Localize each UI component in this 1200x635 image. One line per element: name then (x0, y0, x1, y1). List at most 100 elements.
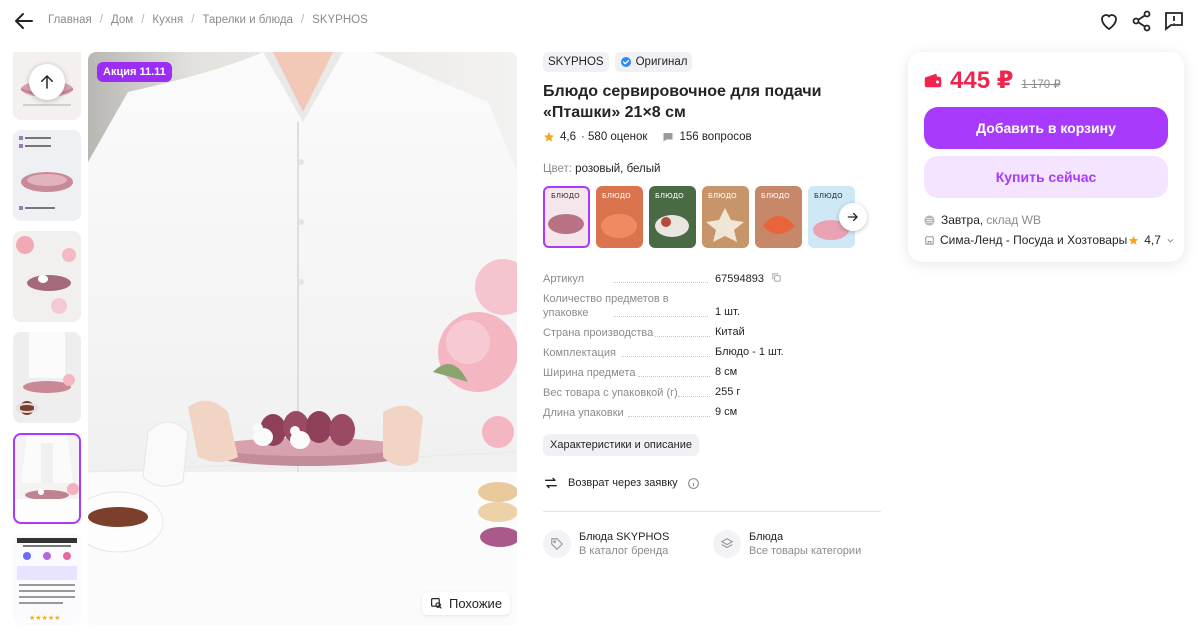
spec-key: Комплектация (543, 347, 616, 359)
article-number: 67594893 (715, 273, 764, 285)
thumbnail-3[interactable] (13, 231, 81, 322)
breadcrumb-home-goods[interactable]: Дом (111, 14, 133, 26)
breadcrumb-separator: / (141, 14, 145, 26)
warehouse-icon (924, 214, 935, 226)
svg-text:БЛЮДО: БЛЮДО (814, 192, 843, 200)
swatch-2[interactable]: БЛЮДО (596, 186, 643, 248)
buy-now-button[interactable]: Купить сейчас (924, 156, 1168, 198)
svg-text:БЛЮДО: БЛЮДО (602, 192, 631, 200)
breadcrumb-separator: / (300, 14, 305, 26)
info-icon[interactable] (687, 477, 700, 490)
spec-key: Вес товара с упаковкой (г) (543, 387, 678, 399)
color-value: розовый, белый (575, 163, 661, 175)
swatch-5[interactable]: БЛЮДО (755, 186, 802, 248)
similar-search-icon (431, 598, 442, 609)
characteristics-button[interactable]: Характеристики и описание (543, 434, 699, 456)
brand-catalog-subtitle: В каталог бренда (579, 545, 669, 557)
original-label: Оригинал (635, 56, 688, 68)
spec-dots (678, 396, 710, 397)
thumbnail-5[interactable] (13, 433, 81, 524)
questions-count: 156 вопросов (679, 131, 752, 143)
spec-value: 8 см (715, 366, 738, 378)
thumbnail-6[interactable]: ★★★★★ (13, 534, 81, 625)
breadcrumb: Главная / Дом / Кухня / Тарелки и блюда … (48, 14, 368, 26)
similar-label: Похожие (449, 596, 503, 611)
spec-key: Ширина предмета (543, 367, 636, 379)
similar-products-button[interactable]: Похожие (422, 592, 511, 615)
seller-name: Сима-Ленд - Посуда и Хозтовары (940, 233, 1128, 247)
category-title: Блюда (749, 531, 784, 543)
return-arrows-icon (545, 477, 557, 489)
rating-value[interactable]: 4,6 (560, 131, 576, 143)
arrow-right-icon (847, 212, 858, 222)
share-icon[interactable] (1130, 9, 1154, 33)
swatches-next-button[interactable] (839, 203, 867, 231)
swatch-4[interactable]: БЛЮДО (702, 186, 749, 248)
current-price: 445 ₽ (950, 67, 1014, 94)
spec-dots (613, 316, 708, 317)
thumbnail-4[interactable] (13, 332, 81, 423)
arrow-up-icon (41, 74, 53, 89)
swatch-3[interactable]: БЛЮДО (649, 186, 696, 248)
breadcrumb-home[interactable]: Главная (48, 14, 92, 26)
heart-icon[interactable] (1097, 9, 1121, 33)
brand-link[interactable]: SKYPHOS (543, 52, 609, 72)
breadcrumb-kitchen[interactable]: Кухня (152, 14, 183, 26)
thumbnail-strip[interactable]: ★★★★★ (13, 52, 81, 625)
product-title: Блюдо сервировочное для подачи «Пташки» … (543, 83, 822, 121)
spec-key: Длина упаковки (543, 407, 624, 419)
chevron-down-icon[interactable] (1166, 236, 1175, 245)
spec-value: 255 г (715, 386, 741, 398)
scroll-up-button[interactable] (29, 64, 65, 100)
breadcrumb-brand[interactable]: SKYPHOS (312, 14, 368, 26)
rating-row: 4,6 · 580 оценок 156 вопросов (543, 131, 883, 143)
color-swatches: БЛЮДО БЛЮДО БЛЮДО БЛЮДО БЛЮДО БЛЮДО (543, 186, 873, 248)
back-arrow-icon[interactable] (12, 9, 36, 33)
delivery-info: Завтра, склад WB (924, 213, 1041, 227)
spec-dots (613, 282, 708, 283)
svg-text:БЛЮДО: БЛЮДО (761, 192, 790, 200)
original-badge: Оригинал (614, 52, 693, 72)
breadcrumb-separator: / (99, 14, 103, 26)
star-icon (544, 132, 554, 142)
add-to-cart-button[interactable]: Добавить в корзину (924, 107, 1168, 149)
wallet-icon (924, 73, 942, 88)
spec-key: Страна производства (543, 327, 654, 339)
svg-text:БЛЮДО: БЛЮДО (551, 192, 580, 200)
page-header: Главная / Дом / Кухня / Тарелки и блюда … (0, 0, 1200, 42)
main-product-photo[interactable] (88, 52, 517, 625)
catalog-links: Блюда SKYPHOS В каталог бренда Блюда Все… (543, 530, 883, 562)
price-row: 445 ₽ 1 170 ₽ (924, 66, 1061, 95)
seller-rating: 4,7 (1144, 233, 1161, 247)
questions-link[interactable]: 156 вопросов (662, 131, 752, 143)
spec-dots (655, 336, 710, 337)
color-row: Цвет: розовый, белый (543, 163, 883, 175)
spec-dots (621, 356, 710, 357)
color-label: Цвет: (543, 163, 572, 175)
question-bubble-icon (663, 133, 673, 142)
return-label: Возврат через заявку (568, 477, 678, 489)
svg-text:★★★★★: ★★★★★ (29, 614, 60, 622)
spec-value: 1 шт. (715, 306, 740, 318)
thumbnail-2[interactable] (13, 130, 81, 221)
buy-card: 445 ₽ 1 170 ₽ Добавить в корзину Купить … (908, 52, 1184, 262)
category-link[interactable]: Блюда Все товары категории (713, 530, 861, 558)
reviews-count[interactable]: · 580 оценок (581, 131, 647, 143)
seller-row[interactable]: Сима-Ленд - Посуда и Хозтовары 4,7 (924, 233, 1175, 247)
swatch-1[interactable]: БЛЮДО (543, 186, 590, 248)
stack-icon (713, 530, 741, 558)
breadcrumb-plates[interactable]: Тарелки и блюда (202, 14, 293, 26)
category-subtitle: Все товары категории (749, 545, 862, 557)
svg-text:БЛЮДО: БЛЮДО (655, 192, 684, 200)
product-info: SKYPHOS Оригинал Блюдо сервировочное для… (543, 52, 883, 558)
spec-value: 9 см (715, 406, 738, 418)
spec-value: Блюдо - 1 шт. (715, 346, 784, 358)
brand-catalog-link[interactable]: Блюда SKYPHOS В каталог бренда (543, 530, 669, 558)
report-icon[interactable] (1162, 9, 1186, 33)
verified-check-icon (620, 57, 631, 67)
promo-badge: Акция 11.11 (97, 62, 172, 82)
breadcrumb-separator: / (191, 14, 195, 26)
copy-icon[interactable] (771, 272, 782, 283)
seller-star-icon (1129, 235, 1139, 245)
svg-text:БЛЮДО: БЛЮДО (708, 192, 737, 200)
